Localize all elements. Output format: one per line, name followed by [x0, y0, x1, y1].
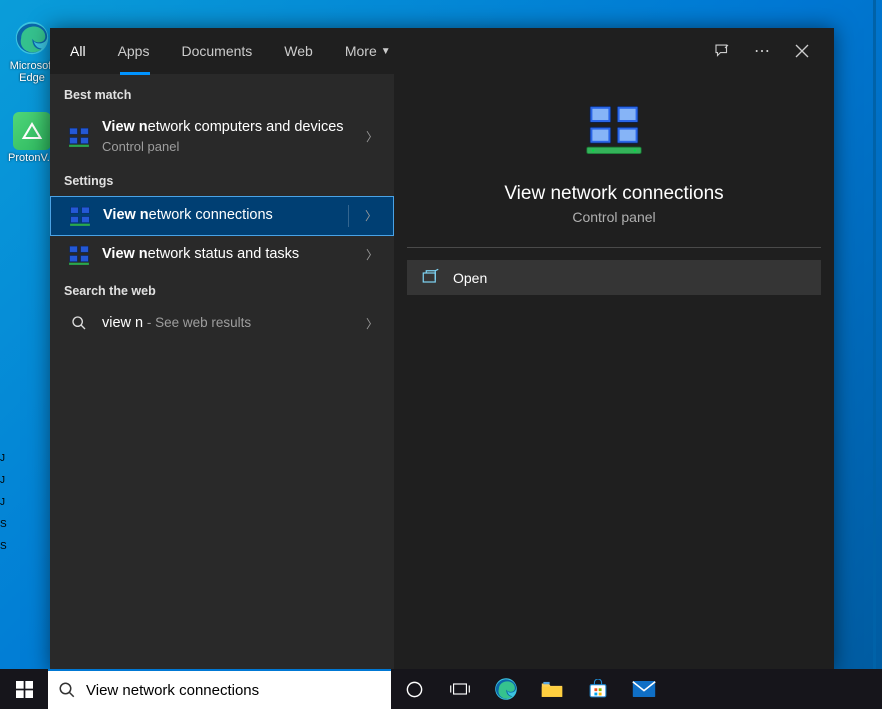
tab-web[interactable]: Web: [268, 28, 329, 74]
preview-subtitle: Control panel: [572, 209, 655, 225]
tab-apps[interactable]: Apps: [102, 28, 166, 74]
section-best-match: Best match: [50, 78, 394, 110]
open-label: Open: [453, 270, 487, 286]
more-options-icon[interactable]: ⋯: [742, 28, 782, 74]
tab-underline: [120, 72, 150, 75]
result-match-text: View n: [102, 119, 148, 135]
result-rest-text: etwork status and tasks: [148, 246, 300, 262]
tab-documents[interactable]: Documents: [165, 28, 268, 74]
result-match-text: View n: [102, 246, 148, 262]
feedback-icon[interactable]: [702, 28, 742, 74]
store-icon[interactable]: [575, 669, 621, 709]
desktop-icon-label: ProtonV...: [8, 152, 56, 164]
edge-taskbar-icon[interactable]: [483, 669, 529, 709]
start-search-panel: All Apps Documents Web More ▼ ⋯ Best mat…: [50, 28, 834, 672]
result-match-text: View n: [103, 207, 149, 223]
chevron-right-icon[interactable]: 〉: [359, 207, 383, 224]
chevron-down-icon: ▼: [381, 46, 391, 57]
search-icon: [58, 681, 76, 699]
tab-more-label: More: [345, 43, 377, 59]
start-button[interactable]: [0, 669, 48, 709]
network-icon: [64, 126, 94, 148]
web-query-text: view n: [102, 315, 143, 331]
search-tabs: All Apps Documents Web More ▼ ⋯: [50, 28, 834, 74]
task-view-icon[interactable]: [437, 669, 483, 709]
taskbar-icons: [391, 669, 667, 709]
result-subtitle: Control panel: [102, 139, 352, 156]
result-rest-text: etwork connections: [149, 207, 273, 223]
result-network-connections[interactable]: View network connections 〉: [50, 196, 394, 236]
search-input[interactable]: [86, 682, 381, 699]
taskbar-search[interactable]: [48, 669, 391, 709]
preview-icon: [582, 100, 646, 169]
result-rest-text: etwork computers and devices: [148, 119, 344, 135]
cortana-icon[interactable]: [391, 669, 437, 709]
result-network-computers[interactable]: View network computers and devices Contr…: [50, 110, 394, 164]
tab-all[interactable]: All: [54, 28, 102, 74]
chevron-right-icon[interactable]: 〉: [360, 246, 384, 263]
open-action[interactable]: Open: [407, 260, 821, 295]
preview-title: View network connections: [504, 183, 723, 205]
edge-icon: [12, 18, 52, 58]
section-settings: Settings: [50, 164, 394, 196]
tab-more[interactable]: More ▼: [329, 28, 407, 74]
window-edge: [873, 0, 876, 669]
chevron-right-icon[interactable]: 〉: [360, 128, 384, 145]
results-list: Best match View network computers and de…: [50, 74, 394, 672]
section-search-web: Search the web: [50, 274, 394, 306]
desktop-icon-label: Microsoft Edge: [10, 60, 55, 84]
chevron-right-icon[interactable]: 〉: [360, 315, 384, 332]
result-web-search[interactable]: view n - See web results 〉: [50, 306, 394, 341]
desktop-obscured: JJJSS: [0, 448, 4, 558]
network-connections-icon: [65, 205, 95, 227]
result-network-status[interactable]: View network status and tasks 〉: [50, 236, 394, 274]
open-icon: [421, 268, 439, 287]
close-icon[interactable]: [782, 28, 822, 74]
divider: [407, 247, 821, 248]
web-suffix-text: - See web results: [143, 315, 251, 330]
mail-icon[interactable]: [621, 669, 667, 709]
preview-pane: View network connections Control panel O…: [394, 74, 834, 672]
network-status-icon: [64, 244, 94, 266]
proton-icon: [13, 112, 51, 150]
taskbar: [0, 669, 882, 709]
search-icon: [64, 315, 94, 331]
file-explorer-icon[interactable]: [529, 669, 575, 709]
